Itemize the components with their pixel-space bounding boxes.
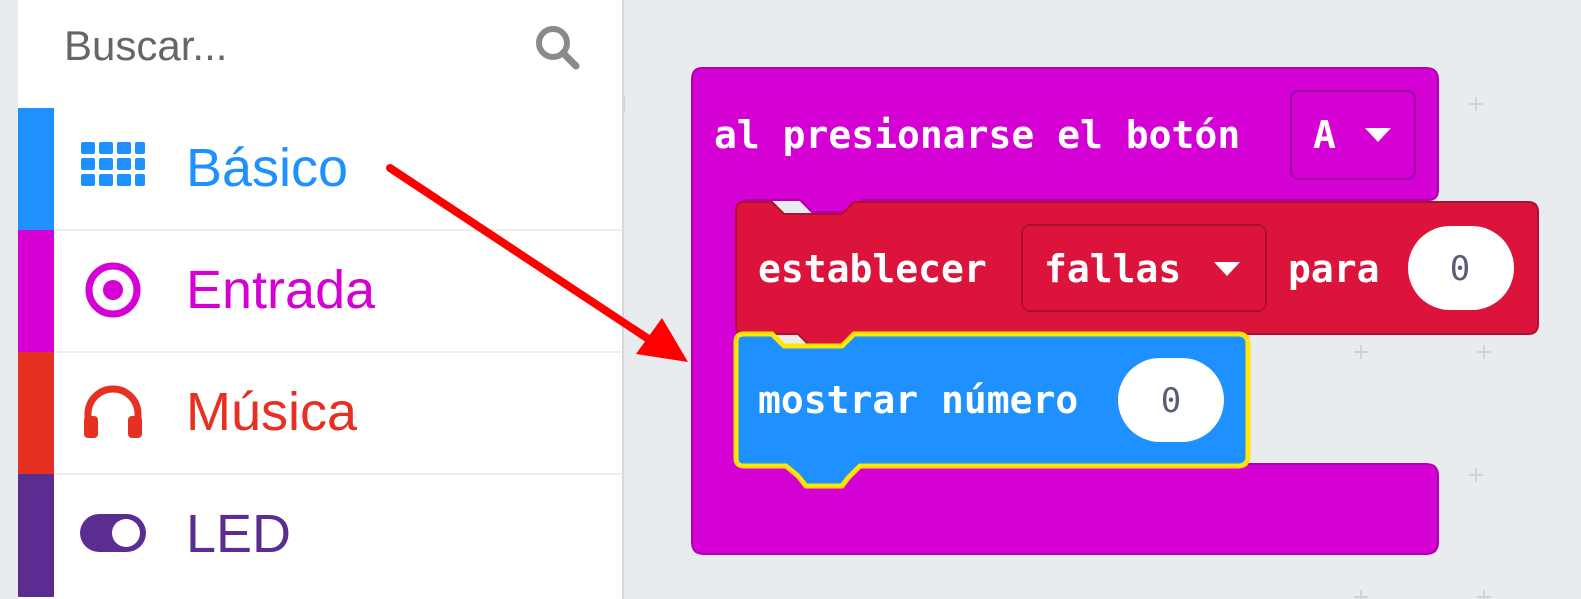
- event-block-label: al presionarse el botón: [714, 113, 1240, 157]
- category-led[interactable]: LED: [18, 474, 622, 597]
- set-variable-mid-label: para: [1288, 247, 1380, 291]
- value-input[interactable]: 0: [1408, 226, 1514, 310]
- search-input[interactable]: [64, 16, 504, 76]
- category-basico[interactable]: Básico: [18, 108, 622, 231]
- set-variable-label: establecer: [758, 247, 987, 291]
- target-icon: [85, 262, 141, 318]
- set-variable-block[interactable]: establecer fallas para 0: [735, 201, 1539, 347]
- grid-icon: [81, 142, 145, 186]
- category-musica[interactable]: Música: [18, 352, 622, 475]
- category-color-bar: [18, 108, 54, 231]
- category-color-bar: [18, 230, 54, 353]
- category-label: Entrada: [186, 260, 376, 320]
- blocks-workspace[interactable]: al presionarse el botón A establecer fal…: [624, 0, 1581, 599]
- category-label: Básico: [186, 138, 349, 198]
- button-dropdown[interactable]: A: [1290, 90, 1416, 180]
- search-icon[interactable]: [532, 22, 582, 72]
- show-number-label: mostrar número: [758, 378, 1078, 422]
- category-label: LED: [186, 504, 292, 564]
- button-dropdown-value: A: [1313, 113, 1336, 157]
- category-color-bar: [18, 474, 54, 597]
- category-label: Música: [186, 382, 358, 442]
- variable-dropdown-value: fallas: [1044, 247, 1181, 291]
- toggle-icon: [80, 514, 146, 552]
- variable-dropdown[interactable]: fallas: [1021, 224, 1267, 312]
- category-color-bar: [18, 352, 54, 475]
- toolbox-sidebar: Básico Entrada Música LED: [18, 0, 624, 599]
- number-input[interactable]: 0: [1118, 358, 1224, 442]
- value-input-text: 0: [1450, 249, 1470, 289]
- show-number-block[interactable]: mostrar número 0: [733, 331, 1251, 489]
- number-input-text: 0: [1161, 381, 1181, 421]
- headphones-icon: [84, 385, 142, 438]
- category-entrada[interactable]: Entrada: [18, 230, 622, 353]
- left-edge-strip: [0, 0, 18, 599]
- search-bar: [18, 0, 622, 108]
- blocks-canvas: al presionarse el botón A establecer fal…: [624, 67, 1539, 599]
